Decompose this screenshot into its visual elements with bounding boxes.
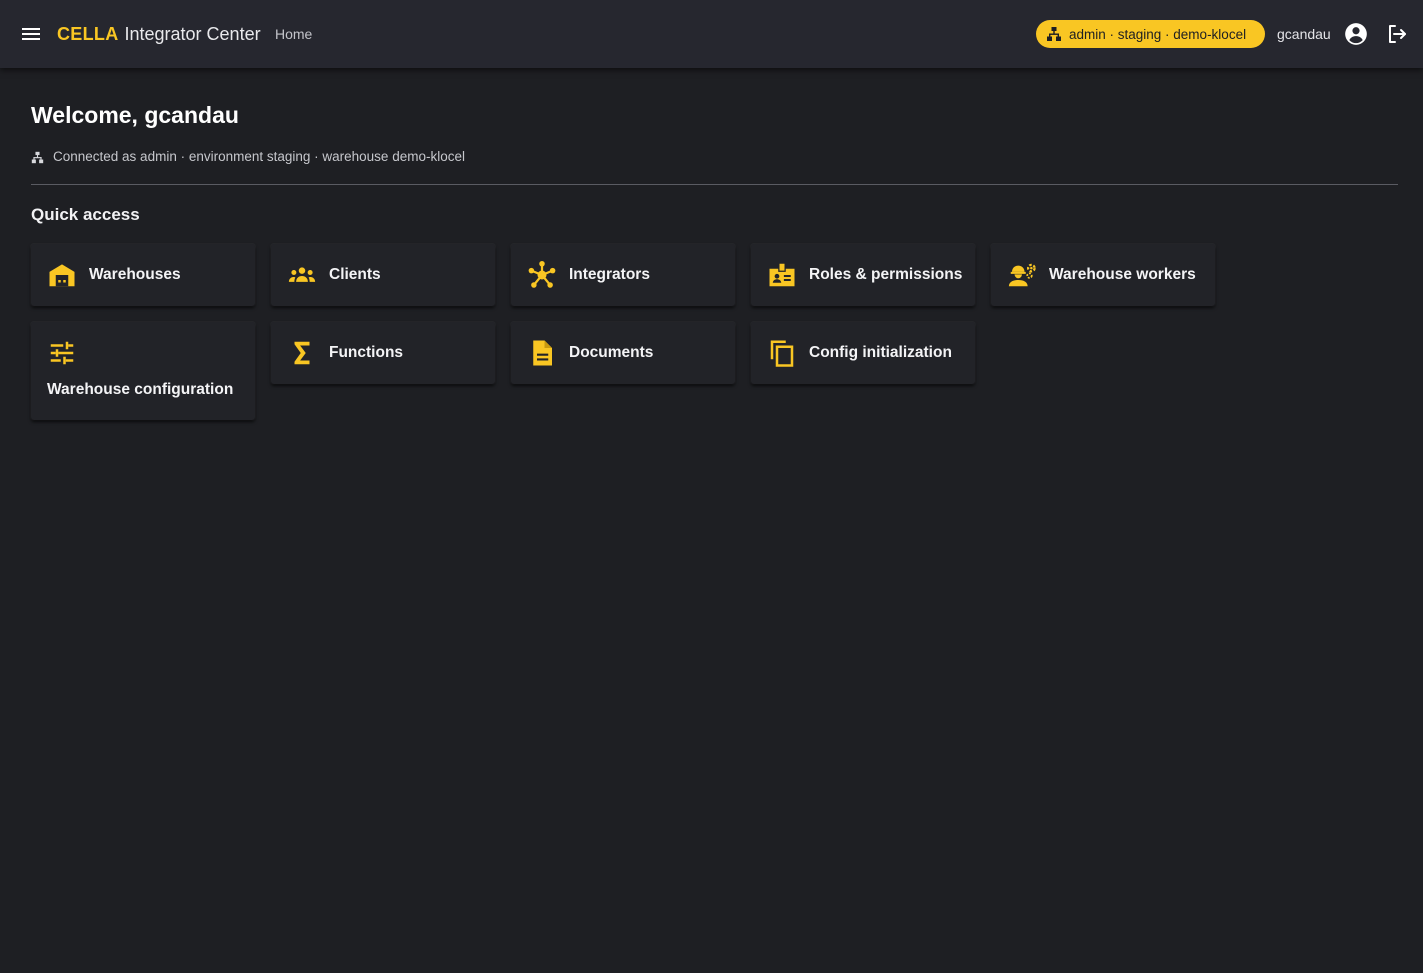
hierarchy-icon bbox=[31, 151, 44, 163]
top-app-bar: CELLA Integrator Center Home admin · stag… bbox=[0, 0, 1423, 68]
quick-access-card-warehouse-configuration[interactable]: Warehouse configuration bbox=[31, 322, 255, 420]
app-brand[interactable]: CELLA Integrator Center bbox=[57, 22, 261, 46]
warehouse-icon bbox=[47, 260, 77, 290]
sigma-icon bbox=[287, 338, 317, 368]
card-label: Warehouses bbox=[89, 266, 181, 283]
menu-button[interactable] bbox=[19, 22, 43, 46]
environment-chip[interactable]: admin · staging · demo-klocel bbox=[1036, 20, 1265, 48]
breadcrumb-home[interactable]: Home bbox=[275, 25, 312, 43]
card-label: Config initialization bbox=[809, 344, 952, 361]
card-label: Clients bbox=[329, 266, 381, 283]
quick-access-card-warehouses[interactable]: Warehouses bbox=[31, 244, 255, 306]
card-label: Documents bbox=[569, 344, 654, 361]
badge-icon bbox=[767, 260, 797, 290]
quick-access-card-integrators[interactable]: Integrators bbox=[511, 244, 735, 306]
document-icon bbox=[527, 338, 557, 368]
quick-access-card-warehouse-workers[interactable]: Warehouse workers bbox=[991, 244, 1215, 306]
card-label: Integrators bbox=[569, 266, 650, 283]
brand-logo-text: CELLA bbox=[57, 24, 119, 44]
app-name: Integrator Center bbox=[124, 24, 261, 44]
divider bbox=[31, 184, 1398, 185]
groups-icon bbox=[287, 260, 317, 290]
account-circle-icon bbox=[1345, 23, 1367, 45]
card-label: Roles & permissions bbox=[809, 266, 963, 283]
quick-access-card-documents[interactable]: Documents bbox=[511, 322, 735, 384]
environment-chip-label: admin · staging · demo-klocel bbox=[1069, 26, 1247, 42]
card-label: Warehouse workers bbox=[1049, 266, 1196, 283]
quick-access-card-config-initialization[interactable]: Config initialization bbox=[751, 322, 975, 384]
logout-button[interactable] bbox=[1385, 22, 1409, 46]
card-label: Warehouse configuration bbox=[47, 381, 234, 398]
tune-icon bbox=[47, 338, 77, 368]
hub-icon bbox=[527, 260, 557, 290]
card-label: Functions bbox=[329, 344, 404, 361]
welcome-heading: Welcome, gcandau bbox=[31, 102, 239, 128]
quick-access-card-functions[interactable]: Functions bbox=[271, 322, 495, 384]
copy-icon bbox=[767, 338, 797, 368]
logout-icon bbox=[1389, 25, 1406, 43]
quick-access-card-roles[interactable]: Roles & permissions bbox=[751, 244, 975, 306]
quick-access-title: Quick access bbox=[31, 205, 140, 224]
hierarchy-icon bbox=[1047, 27, 1061, 41]
username-label: gcandau bbox=[1277, 26, 1331, 42]
quick-access-card-clients[interactable]: Clients bbox=[271, 244, 495, 306]
connection-info: Connected as admin · environment staging… bbox=[31, 149, 465, 165]
menu-icon bbox=[22, 28, 40, 40]
account-button[interactable] bbox=[1343, 21, 1369, 47]
engineering-icon bbox=[1007, 260, 1037, 290]
connection-info-text: Connected as admin · environment staging… bbox=[53, 149, 465, 164]
